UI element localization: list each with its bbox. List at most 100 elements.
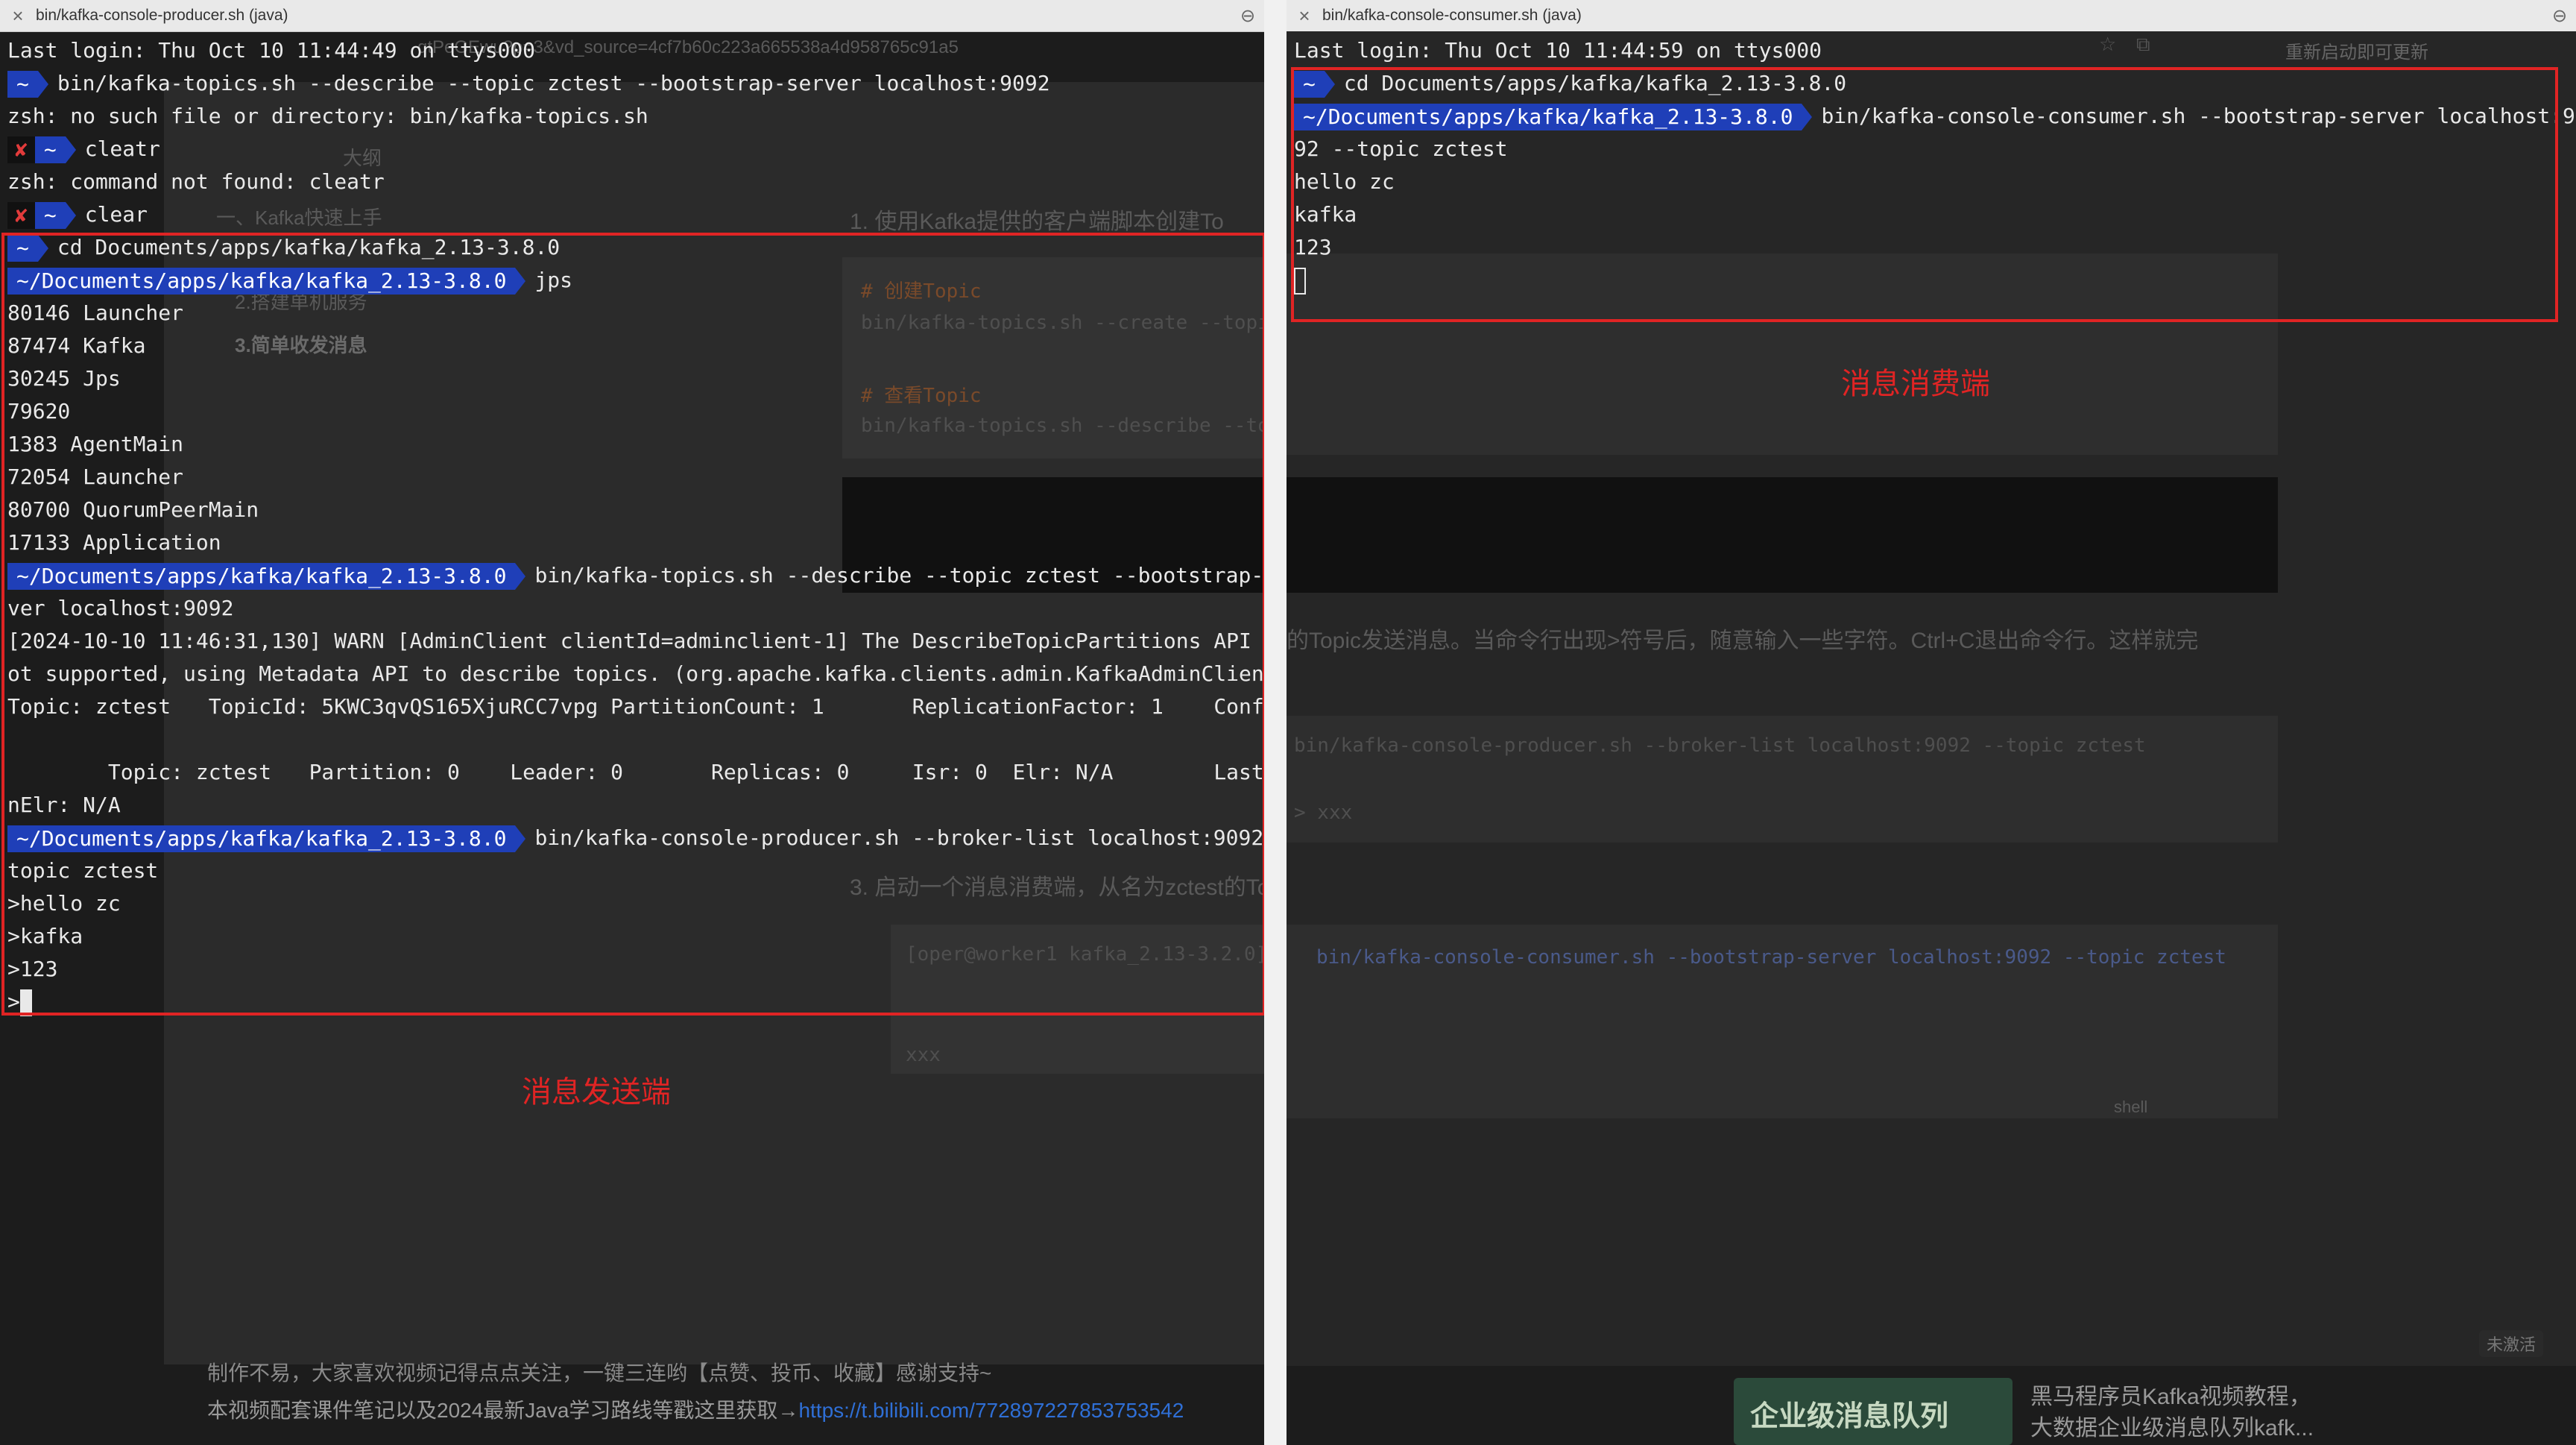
line-text: 79620 <box>7 399 71 424</box>
terminal-line: zsh: no such file or directory: bin/kafk… <box>0 100 1264 133</box>
consumer-window-title: bin/kafka-console-consumer.sh (java) <box>1322 7 1582 24</box>
terminal-line: 79620 <box>0 395 1264 428</box>
terminal-line: >123 <box>0 953 1264 986</box>
line-text: 87474 Kafka <box>7 333 146 358</box>
prompt-home: ~ <box>34 136 66 163</box>
line-text: ver localhost:9092 <box>7 596 234 620</box>
terminal-line: ~/Documents/apps/kafka/kafka_2.13-3.8.0 b… <box>0 822 1264 854</box>
command-text: bin/kafka-topics.sh --describe --topic z… <box>534 563 1264 588</box>
terminal-line: 72054 Launcher <box>0 461 1264 494</box>
producer-terminal-output[interactable]: Last login: Thu Oct 10 11:44:49 on ttys0… <box>0 34 1264 1445</box>
consumer-terminal-window[interactable]: × bin/kafka-console-consumer.sh (java) ⊖… <box>1287 0 2576 1445</box>
line-text: nElr: N/A <box>7 793 121 817</box>
terminal-line: hello zc <box>1287 166 2576 198</box>
terminal-line: nElr: N/A <box>0 789 1264 822</box>
related-video-title-2[interactable]: 大数据企业级消息队列kafk... <box>2030 1409 2314 1442</box>
terminal-line: ~ cd Documents/apps/kafka/kafka_2.13-3.8.… <box>1287 67 2576 100</box>
close-tab-icon[interactable]: × <box>0 4 36 28</box>
terminal-line: ~/Documents/apps/kafka/kafka_2.13-3.8.0 j… <box>0 264 1264 297</box>
consumer-title-bar[interactable]: × bin/kafka-console-consumer.sh (java) ⊖ <box>1287 0 2576 32</box>
footer-note-prefix: 本视频配套课件笔记以及2024最新Java学习路线等戳这里获取→ <box>207 1399 799 1422</box>
producer-terminal-window[interactable]: × bin/kafka-console-producer.sh (java) ⊖… <box>0 0 1264 1445</box>
error-status-icon: ✘ <box>7 202 35 229</box>
terminal-line: zsh: command not found: cleatr <box>0 166 1264 198</box>
command-text: cleatr <box>84 136 160 161</box>
line-text: hello zc <box>1294 169 1395 194</box>
prompt-home: ~ <box>34 202 66 229</box>
command-text: bin/kafka-console-producer.sh --broker-l… <box>534 825 1264 850</box>
prompt-arrow-icon <box>1802 104 1813 130</box>
terminal-line: kafka <box>1287 198 2576 231</box>
related-video-title-1[interactable]: 黑马程序员Kafka视频教程， <box>2030 1378 2311 1411</box>
line-text: >hello zc <box>7 891 121 916</box>
footer-bilibili-link[interactable]: https://t.bilibili.com/77289722785375354… <box>798 1399 1184 1422</box>
prompt-arrow-icon <box>65 136 76 163</box>
terminal-line: 123 <box>1287 231 2576 264</box>
prompt-home: ~ <box>7 71 38 98</box>
prompt-home: ~ <box>7 235 38 262</box>
prompt-arrow-icon <box>37 235 48 262</box>
terminal-line: >kafka <box>0 920 1264 953</box>
close-tab-icon[interactable]: × <box>1287 4 1322 28</box>
terminal-line: > <box>0 986 1264 1019</box>
consumer-terminal-output[interactable]: Last login: Thu Oct 10 11:44:59 on ttys0… <box>1287 34 2576 1445</box>
line-text: ot supported, using Metadata API to desc… <box>7 661 1264 686</box>
thumbnail-label: 企业级消息队列 <box>1750 1401 1949 1432</box>
line-text: Topic: zctest TopicId: 5KWC3qvQS165XjuRC… <box>7 694 1264 719</box>
terminal-cursor <box>19 989 32 1016</box>
terminal-line: >hello zc <box>0 887 1264 920</box>
terminal-line: 17133 Application <box>0 526 1264 559</box>
terminal-line: Last login: Thu Oct 10 11:44:59 on ttys0… <box>1287 34 2576 67</box>
terminal-line: topic zctest <box>0 854 1264 887</box>
tab-options-icon[interactable]: ⊖ <box>1231 5 1264 27</box>
producer-caption: 消息发送端 <box>522 1075 671 1109</box>
terminal-line: ✘ ~ clear <box>0 198 1264 231</box>
line-text: zsh: command not found: cleatr <box>7 169 385 194</box>
footer-note-line2: 本视频配套课件笔记以及2024最新Java学习路线等戳这里获取→https://… <box>207 1394 1184 1424</box>
terminal-line: 30245 Jps <box>0 362 1264 395</box>
producer-window-title: bin/kafka-console-producer.sh (java) <box>36 7 288 24</box>
error-status-icon: ✘ <box>7 136 35 163</box>
prompt-path: ~/Documents/apps/kafka/kafka_2.13-3.8.0 <box>1294 104 1802 130</box>
prompt-arrow-icon <box>515 563 526 590</box>
producer-title-bar[interactable]: × bin/kafka-console-producer.sh (java) ⊖ <box>0 0 1264 32</box>
command-text: cd Documents/apps/kafka/kafka_2.13-3.8.0 <box>1343 71 1847 95</box>
line-text: [2024-10-10 11:46:31,130] WARN [AdminCli… <box>7 629 1264 653</box>
video-thumbnail[interactable]: 企业级消息队列 <box>1734 1378 2012 1445</box>
terminal-line: 80700 QuorumPeerMain <box>0 494 1264 526</box>
terminal-line: ver localhost:9092 <box>0 592 1264 625</box>
line-text: kafka <box>1294 202 1357 227</box>
line-text: 72054 Launcher <box>7 465 184 489</box>
command-text: clear <box>84 202 148 227</box>
prompt-path: ~/Documents/apps/kafka/kafka_2.13-3.8.0 <box>7 825 516 852</box>
line-text: >123 <box>7 957 58 981</box>
line-text: topic zctest <box>7 858 159 883</box>
pane-divider[interactable] <box>1264 0 1287 1445</box>
prompt-arrow-icon <box>515 825 526 852</box>
line-text: 80146 Launcher <box>7 300 184 325</box>
line-text: Last login: Thu Oct 10 11:44:49 on ttys0… <box>7 38 536 63</box>
terminal-line: ~ bin/kafka-topics.sh --describe --topic … <box>0 67 1264 100</box>
prompt-arrow-icon <box>1324 71 1335 98</box>
terminal-line: Last login: Thu Oct 10 11:44:49 on ttys0… <box>0 34 1264 67</box>
terminal-line: Topic: zctest TopicId: 5KWC3qvQS165XjuRC… <box>0 690 1264 723</box>
terminal-line: ~/Documents/apps/kafka/kafka_2.13-3.8.0 b… <box>1287 100 2576 133</box>
terminal-line: Topic: zctest Partition: 0 Leader: 0 Rep… <box>0 756 1264 789</box>
prompt-arrow-icon <box>65 202 76 229</box>
terminal-line: ~/Documents/apps/kafka/kafka_2.13-3.8.0 b… <box>0 559 1264 592</box>
line-text: 30245 Jps <box>7 366 121 391</box>
prompt-path: ~/Documents/apps/kafka/kafka_2.13-3.8.0 <box>7 563 516 590</box>
line-text: 1383 AgentMain <box>7 432 184 456</box>
line-text: 123 <box>1294 235 1332 259</box>
terminal-line: ✘ ~ cleatr <box>0 133 1264 166</box>
prompt-home: ~ <box>1294 71 1325 98</box>
consumer-caption: 消息消费端 <box>1841 367 1990 401</box>
line-text: 80700 QuorumPeerMain <box>7 497 259 522</box>
command-text: bin/kafka-topics.sh --describe --topic z… <box>57 71 1050 95</box>
footer-note-line1: 制作不易，大家喜欢视频记得点点关注，一键三连哟【点赞、投币、收藏】感谢支持~ <box>207 1361 992 1385</box>
prompt-arrow-icon <box>37 71 48 98</box>
tab-options-icon[interactable]: ⊖ <box>2543 5 2576 27</box>
terminal-line: [2024-10-10 11:46:31,130] WARN [AdminCli… <box>0 625 1264 658</box>
terminal-cursor <box>1294 268 1306 295</box>
command-text: bin/kafka-console-consumer.sh --bootstra… <box>1821 104 2576 128</box>
